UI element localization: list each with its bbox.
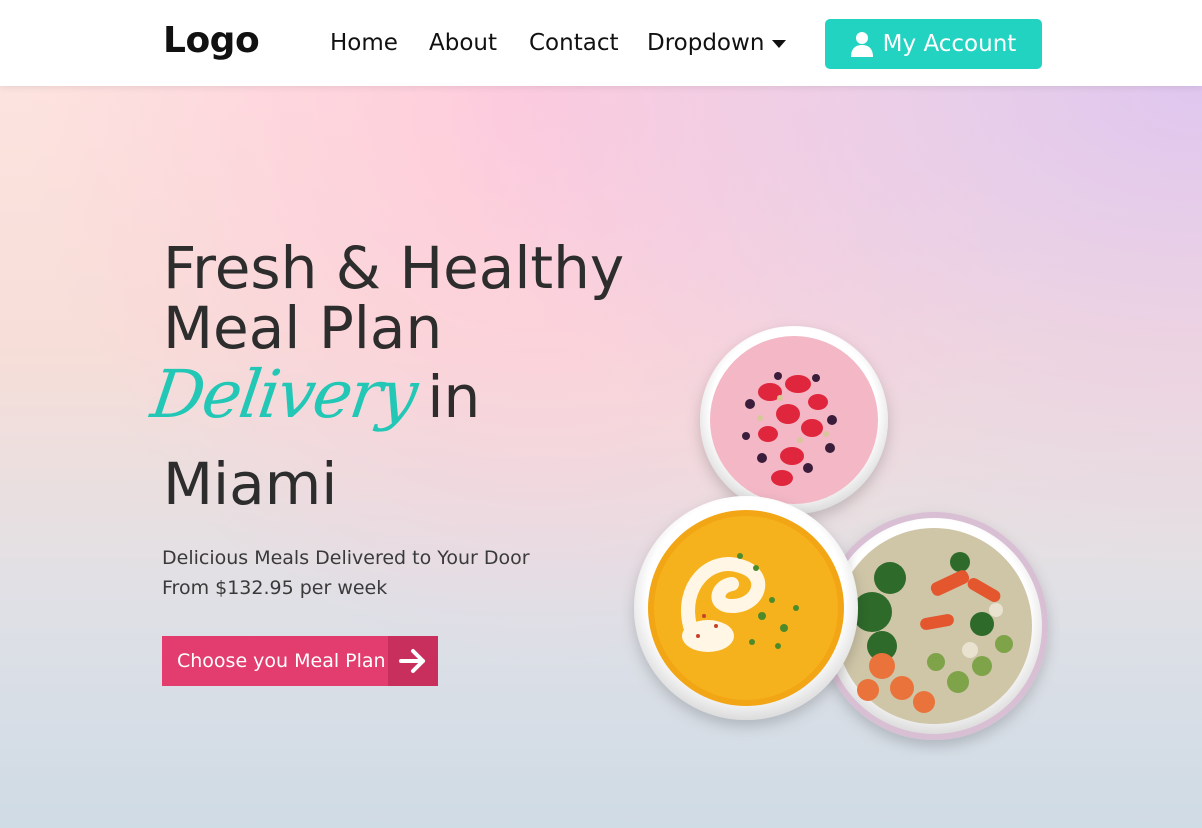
my-account-label: My Account (882, 31, 1017, 57)
nav-link-dropdown-label: Dropdown (647, 30, 765, 56)
hero-subtext: Delicious Meals Delivered to Your Door F… (162, 547, 530, 599)
logo[interactable]: Logo (163, 20, 260, 61)
choose-meal-plan-button[interactable]: Choose you Meal Plan (162, 636, 438, 686)
soup-bowl (634, 496, 858, 720)
hero-headline: Fresh & Healthy Meal Plan (163, 238, 624, 358)
smoothie-bowl (700, 326, 888, 514)
delivery-script-word: Delivery (146, 356, 421, 433)
caret-down-icon (772, 39, 787, 48)
my-account-button[interactable]: My Account (825, 19, 1042, 69)
delivery-line: Delivery in (147, 356, 481, 456)
arrow-right-icon (388, 636, 438, 686)
user-icon (850, 32, 873, 57)
hero-city: Miami (163, 450, 338, 518)
nav-link-dropdown[interactable]: Dropdown (647, 30, 787, 56)
food-bowls-image (634, 326, 1048, 740)
in-word: in (427, 363, 481, 431)
navbar: Logo Home About Contact Dropdown My Acco… (0, 0, 1202, 86)
cta-label: Choose you Meal Plan (162, 636, 388, 686)
nav-link-home[interactable]: Home (330, 30, 398, 56)
hero-section: Fresh & Healthy Meal Plan Delivery in Mia… (0, 86, 1202, 828)
headline-line-1: Fresh & Healthy (163, 234, 625, 302)
nav-link-about[interactable]: About (429, 30, 497, 56)
headline-line-2: Meal Plan (163, 294, 443, 362)
nav-link-contact[interactable]: Contact (529, 30, 618, 56)
